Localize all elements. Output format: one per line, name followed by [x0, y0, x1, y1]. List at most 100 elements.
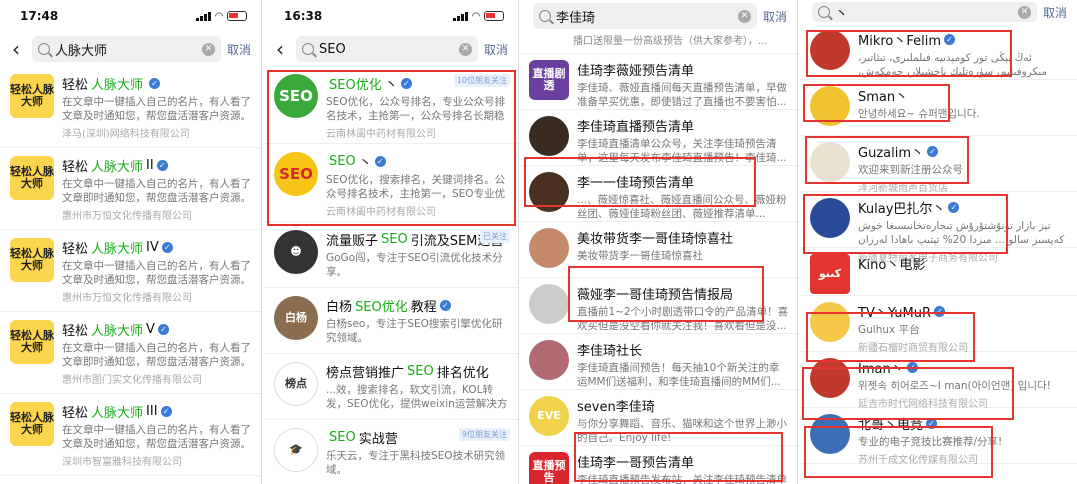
account-desc: تېز بازار تونۇشتۇرۇش تىجارەتخانىسىغا خوش… [858, 220, 1065, 246]
verified-icon: ✓ [934, 306, 946, 317]
search-bar: 丶 ✕ 取消 [800, 0, 1077, 24]
clear-icon[interactable]: ✕ [1017, 5, 1031, 19]
list-item[interactable]: 李一一佳琦预告清单 ...、薇娅惊喜社、薇娅直播间公众号、薇娅粉丝团、薇娅佳琦粉丝… [521, 166, 797, 222]
name-text: 榜点营销推广 [326, 366, 405, 381]
item-body: 轻松 人脉大师 ✓ 在文章中一键插入自己的名片，有人看了文章及时通知您，帮您盘活潜客户… [62, 74, 251, 140]
list-item[interactable]: SEO SEO 丶 ✓ SEO优化，搜索排名，关键词排名。公众号排名技术，主抢第一，SE… [264, 144, 518, 222]
search-query[interactable]: 丶 [835, 3, 1018, 22]
cancel-button[interactable]: 取消 [1043, 4, 1071, 21]
follow-badge: 已关注 [480, 230, 510, 243]
back-icon[interactable]: ‹ [6, 39, 26, 59]
list-item[interactable]: 白杨 白杨 SEO优化 教程 ✓ 白杨seo，专注于SEO搜索引擎优化研究领域。 [264, 288, 518, 354]
search-query[interactable]: 人脉大师 [55, 40, 202, 59]
name-text: Sman丶 [858, 90, 909, 105]
item-body: SEO 丶 ✓ SEO优化，搜索排名，关键词排名。公众号排名技术，主抢第一，SEO专业… [326, 152, 508, 218]
search-input[interactable]: 人脉大师 ✕ [32, 36, 221, 62]
account-desc: 美妆带货李一哥佳琦惊喜社 [577, 250, 703, 262]
list-item[interactable]: 轻松人脉大师 轻松 人脉大师 V ✓ 在文章中一键插入自己的名片，有人看了文章即时通知您，… [0, 312, 261, 394]
account-desc: 在文章中一键插入自己的名片，有人看了文章即时通知您，帮您盘活潜客户资源。 [62, 342, 251, 368]
account-avatar: 轻松人脉大师 [10, 74, 54, 118]
name-text: 李佳琦社长 [577, 344, 643, 359]
list-item[interactable]: 薇娅李一哥佳琦预告情报局 直播前1~2个小时剧透带口令的产品清单！喜欢买但是没空看… [521, 278, 797, 334]
search-query[interactable]: 李佳琦 [556, 7, 738, 26]
clear-icon[interactable]: ✕ [458, 42, 472, 56]
verified-icon: ✓ [926, 418, 938, 429]
search-input[interactable]: SEO ✕ [296, 36, 478, 62]
list-item[interactable]: Iman丶 ✓ 위젯속 히어로즈~I man(아이언맨) 입니다! 延吉市时代网络科技… [800, 352, 1077, 410]
list-item[interactable]: SEO SEO优化丶 ✓ SEO优化，公众号排名，专业公众号排名技术，主抢第一，公众号… [264, 66, 518, 144]
battery-icon [484, 11, 504, 21]
list-item[interactable]: 轻松人脉大师 轻松 人脉大师 IV ✓ 在文章中一键插入自己的名片，有人看了文章及时通知您… [0, 230, 261, 312]
list-item[interactable]: Guzalim丶 ✓ 欢迎来到新注册公众号 泽河新城雨声百货店 [800, 136, 1077, 194]
account-name: 佳琦李薇娅预告清单 [577, 60, 789, 79]
verified-icon: ✓ [374, 156, 386, 167]
name-suffix: 丶 [358, 156, 372, 171]
search-input[interactable]: 李佳琦 ✕ [533, 3, 757, 29]
name-text: 李佳琦直播预告清单 [577, 120, 695, 135]
battery-icon [227, 11, 247, 21]
list-item[interactable]: 轻松人脉大师 轻松 人脉大师 II ✓ 在文章中一键插入自己的名片，有人看了文章即时通知您… [0, 148, 261, 230]
search-bar: ‹ SEO ✕ 取消 [264, 32, 518, 66]
search-query[interactable]: SEO [319, 42, 459, 57]
list-item[interactable]: 李佳琦社长 李佳琦直播间预告！每天抽10个新关注的幸运MM们送福利，和李佳琦直播间… [521, 334, 797, 390]
account-desc: 欢迎来到新注册公众号 [858, 164, 963, 176]
account-desc: 在文章中一键插入自己的名片，有人看了文章及时通知您，帮您盘活潜客户资源。 [62, 424, 251, 450]
cancel-button[interactable]: 取消 [227, 41, 255, 58]
list-item[interactable]: كىنو Kino丶电影 [800, 248, 1077, 296]
name-highlight: SEO优化 [355, 300, 408, 315]
item-body: 轻松 人脉大师 II ✓ 在文章中一键插入自己的名片，有人看了文章即时通知您，帮您盘活潜… [62, 156, 251, 222]
search-icon [38, 43, 50, 55]
account-name: Kino丶电影 [858, 254, 1067, 273]
back-icon[interactable]: ‹ [270, 39, 290, 59]
account-name: 李佳琦直播预告清单 [577, 116, 789, 135]
account-name: 薇娅李一哥佳琦预告情报局 [577, 284, 789, 303]
list-item[interactable]: ☻ 流量贩子 SEO 引流及SEM运营 GoGo闯，专注于SEO引流优化技术分享。 已关注 [264, 222, 518, 288]
item-body: 佳琦李一哥预告清单李佳琦直播预告发布站，关注李佳琦预告清单发布站！李佳琦公众号粉… [577, 452, 789, 484]
account-desc: 안녕하세요~ 슈퍼맨입니다. [858, 108, 980, 120]
name-text: 轻松 [62, 406, 89, 421]
account-name: SEO 丶 ✓ [326, 152, 508, 171]
name-text: Guzalim丶 [858, 146, 924, 161]
name-highlight: 人脉大师 [91, 78, 144, 93]
cancel-button[interactable]: 取消 [484, 41, 512, 58]
search-bar: 李佳琦 ✕ 取消 [521, 0, 797, 32]
item-body: 北哥丶电竞 ✓ 专业的电子竞技比赛推荐/分享! 苏州千成文化传媒有限公司 [858, 414, 1067, 466]
search-bar: ‹ 人脉大师 ✕ 取消 [0, 32, 261, 66]
item-body: 轻松 人脉大师 V ✓ 在文章中一键插入自己的名片，有人看了文章即时通知您，帮您盘活潜客… [62, 320, 251, 386]
cancel-button[interactable]: 取消 [763, 8, 791, 25]
list-item[interactable]: 李佳琦直播预告清单李佳琦直播清单公众号，关注李佳琦预告清单，这里每天发布李佳琦直… [521, 110, 797, 166]
list-item[interactable]: Mikro丶Felim ✓ ئەڭ يېڭى تور كومېدىيە فىلملى… [800, 24, 1077, 80]
item-body: Guzalim丶 ✓ 欢迎来到新注册公众号 泽河新城雨声百货店 [858, 142, 1067, 194]
list-item[interactable]: 北哥丶电竞 ✓ 专业的电子竞技比赛推荐/分享! 苏州千成文化传媒有限公司 [800, 408, 1077, 466]
account-name: Sman丶 [858, 86, 1067, 105]
search-input[interactable]: 丶 ✕ [812, 2, 1037, 22]
item-body: 轻松 人脉大师 IV ✓ 在文章中一键插入自己的名片，有人看了文章及时通知您，帮您盘活潜… [62, 238, 251, 304]
account-avatar: كىنو [810, 254, 850, 294]
list-item[interactable]: 轻松人脉大师 轻松 人脉大师 III ✓ 在文章中一键插入自己的名片，有人看了文章及时通知… [0, 394, 261, 476]
list-item[interactable]: 直播剧透 佳琦李薇娅预告清单 李佳琦、薇娅直播间每天直播预告清单，早做准备早买优惠，… [521, 54, 797, 110]
list-item[interactable]: Kulay巴扎尔丶 ✓ تېز بازار تونۇشتۇرۇش تىجارەتخا… [800, 192, 1077, 264]
list-item[interactable]: 直播预告佳琦李一哥预告清单李佳琦直播预告发布站，关注李佳琦预告清单发布站！李佳琦… [521, 446, 797, 484]
account-desc: 在文章中一键插入自己的名片，有人看了文章即时通知您，帮您盘活潜客户资源。 [62, 178, 251, 204]
list-item[interactable]: EVE seven李佳琦 与你分享舞蹈、音乐、猫咪和这个世界上渺小的自己。Enjoy… [521, 390, 797, 446]
list-item[interactable]: 美妆带货李一哥佳琦惊喜社 美妆带货李一哥佳琦惊喜社 [521, 222, 797, 278]
item-body: Iman丶 ✓ 위젯속 히어로즈~I man(아이언맨) 입니다! 延吉市时代网络科技… [858, 358, 1067, 410]
name-text: 轻松 [62, 160, 89, 175]
list-item[interactable]: 榜点 榜点营销推广 SEO 排名优化 ...效，搜索排名，软文引流，KOL转发，SEO优… [264, 354, 518, 420]
name-text: 白杨 [326, 300, 353, 315]
name-highlight: 人脉大师 [91, 406, 144, 421]
name-highlight: 人脉大师 [91, 242, 144, 257]
account-desc: 李佳琦直播清单公众号，关注李佳琦预告清单，这里每天发布李佳琦直播预告！李佳琦..… [577, 138, 787, 164]
account-avatar: EVE [529, 396, 569, 436]
item-body: 轻松 人脉大师 III ✓ 在文章中一键插入自己的名片，有人看了文章及时通知您，帮您盘活… [62, 402, 251, 468]
clear-icon[interactable]: ✕ [201, 42, 215, 56]
company-name: 泽马(深圳)网络科技有限公司 [62, 129, 190, 140]
verified-icon: ✓ [927, 146, 938, 157]
list-item[interactable]: 🎓 SEO 实战营 乐天云，专注于黑科技SEO技术研究领域。 9位朋友关注 [264, 420, 518, 484]
list-item[interactable]: Sman丶 안녕하세요~ 슈퍼맨입니다. [800, 80, 1077, 136]
list-item[interactable]: TV丶YuMuR ✓ Gulhux 平台 新疆石榴时商贸有限公司 [800, 296, 1077, 354]
clear-icon[interactable]: ✕ [737, 9, 751, 23]
list-item[interactable]: 轻松人脉大师 轻松 人脉大师 ✓ 在文章中一键插入自己的名片，有人看了文章及时通知您，帮… [0, 66, 261, 148]
name-text: 美妆带货李一哥佳琦惊喜社 [577, 232, 734, 247]
signal-icon [453, 11, 469, 21]
